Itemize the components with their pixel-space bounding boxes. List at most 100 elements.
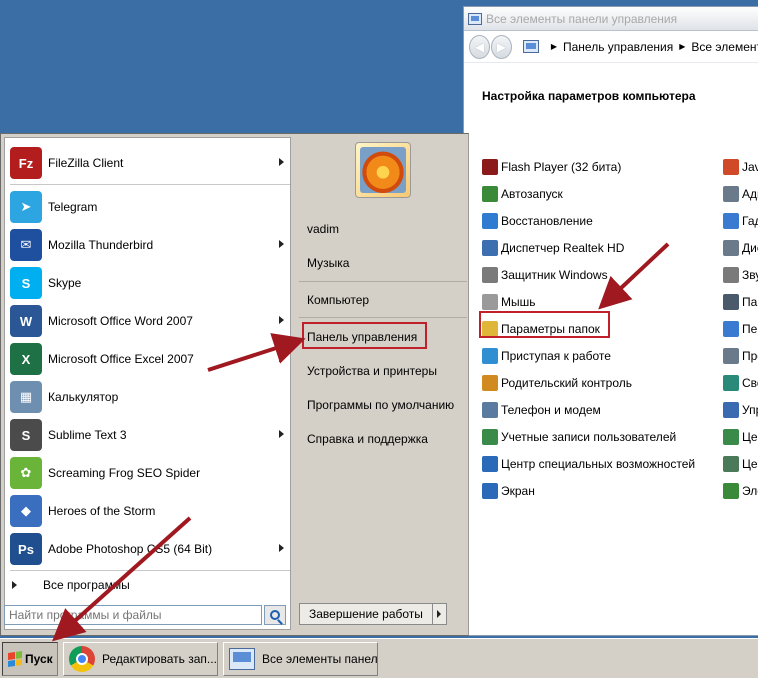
mouse-icon — [482, 293, 498, 310]
realtek-icon — [482, 239, 498, 256]
address-bar[interactable]: ▶ Панель управления ▶ Все элемент — [522, 40, 758, 54]
program-item[interactable]: W Microsoft Office Word 2007 — [10, 302, 290, 340]
program-item[interactable]: Fz FileZilla Client — [10, 144, 290, 182]
divider — [299, 317, 467, 318]
start-button[interactable]: Пуск — [2, 641, 58, 676]
search-row — [4, 603, 291, 627]
control-panel-titlebar[interactable]: Все элементы панели управления — [464, 7, 758, 31]
program-item[interactable]: ✉ Mozilla Thunderbird — [10, 226, 290, 264]
control-panel-item[interactable]: Гад — [723, 207, 758, 234]
program-item[interactable]: ◆ Heroes of the Storm — [10, 492, 290, 530]
taskbar-chrome-window[interactable]: Редактировать зап... — [63, 641, 218, 676]
control-panel-item[interactable]: Эле — [723, 477, 758, 504]
getting-started-icon — [482, 347, 498, 364]
control-panel-item[interactable]: Учетные записи пользователей — [482, 423, 695, 450]
chevron-right-icon[interactable] — [279, 316, 284, 324]
control-panel-item[interactable]: Про — [723, 342, 758, 369]
control-panel-item[interactable]: Экран — [482, 477, 695, 504]
program-label: Heroes of the Storm — [48, 504, 156, 518]
chevron-right-icon[interactable]: ▶ — [679, 42, 685, 51]
search-input[interactable] — [4, 605, 262, 625]
page-title: Настройка параметров компьютера — [482, 89, 696, 103]
control-panel-item[interactable]: Пер — [723, 315, 758, 342]
breadcrumb-control-panel[interactable]: Панель управления — [563, 40, 673, 54]
avatar[interactable] — [355, 142, 411, 198]
java-icon — [723, 158, 739, 175]
search-icon — [270, 610, 280, 620]
control-panel-item[interactable]: Защитник Windows — [482, 261, 695, 288]
divider — [10, 184, 290, 185]
chevron-right-icon[interactable]: ▶ — [551, 42, 557, 51]
program-item[interactable]: S Skype — [10, 264, 290, 302]
control-panel-item-label: Jav — [742, 159, 758, 174]
music-link[interactable]: Музыка — [307, 256, 349, 270]
control-panel-item-label: Дис — [742, 240, 758, 255]
search-button[interactable] — [264, 605, 286, 625]
taskbar-control-panel-window[interactable]: Все элементы панел... — [223, 641, 378, 676]
chevron-right-icon — [437, 610, 442, 618]
gadgets-icon — [723, 212, 739, 229]
back-button[interactable]: ◀ — [469, 34, 490, 59]
devices-printers-link[interactable]: Устройства и принтеры — [307, 364, 437, 378]
programs-icon — [723, 347, 739, 364]
programs-list: Все программы Fz FileZilla Client ➤ Telegra… — [4, 137, 291, 630]
control-panel-item-label: Эле — [742, 483, 758, 498]
thunderbird-icon: ✉ — [10, 229, 42, 261]
program-item[interactable]: ▦ Калькулятор — [10, 378, 290, 416]
program-item[interactable]: Ps Adobe Photoshop CS5 (64 Bit) — [10, 530, 290, 568]
default-programs-link[interactable]: Программы по умолчанию — [307, 398, 454, 412]
control-panel-item[interactable]: Центр специальных возможностей — [482, 450, 695, 477]
chevron-right-icon[interactable] — [279, 430, 284, 438]
chevron-right-icon[interactable] — [279, 240, 284, 248]
ease-of-access-icon — [482, 455, 498, 472]
program-item[interactable]: ✿ Screaming Frog SEO Spider — [10, 454, 290, 492]
task-label: Все элементы панел... — [262, 651, 378, 666]
control-panel-item[interactable]: Приступая к работе — [482, 342, 695, 369]
shutdown-options-button[interactable] — [432, 603, 447, 625]
chevron-right-icon[interactable] — [279, 158, 284, 166]
program-item[interactable]: ➤ Telegram — [10, 188, 290, 226]
control-panel-item[interactable]: Диспетчер Realtek HD — [482, 234, 695, 261]
display-icon — [482, 482, 498, 499]
control-panel-item[interactable]: Автозапуск — [482, 180, 695, 207]
control-panel-item-label: Зву — [742, 267, 758, 282]
windows-logo-icon — [8, 650, 22, 667]
sync-center-icon — [723, 455, 739, 472]
control-panel-item[interactable]: Пан — [723, 288, 758, 315]
taskbar: Пуск Редактировать зап... Все элементы п… — [0, 638, 758, 678]
computer-link[interactable]: Компьютер — [307, 293, 369, 307]
control-panel-item[interactable]: Flash Player (32 бита) — [482, 153, 695, 180]
program-label: Skype — [48, 276, 82, 290]
control-panel-item[interactable]: Восстановление — [482, 207, 695, 234]
control-panel-item[interactable]: Адм — [723, 180, 758, 207]
control-panel-item[interactable]: Зву — [723, 261, 758, 288]
user-folder-link[interactable]: vadim — [307, 222, 339, 236]
start-menu-right-column: vadim Музыка Компьютер Панель управления… — [295, 134, 469, 604]
start-menu: Все программы Fz FileZilla Client ➤ Telegra… — [0, 133, 469, 636]
program-label: Adobe Photoshop CS5 (64 Bit) — [48, 542, 213, 556]
control-panel-item-label: Про — [742, 348, 758, 363]
forward-button[interactable]: ▶ — [490, 34, 512, 59]
program-label: Screaming Frog SEO Spider — [48, 466, 201, 480]
control-panel-item[interactable]: Цен — [723, 423, 758, 450]
control-panel-item[interactable]: Дис — [723, 234, 758, 261]
all-programs-button[interactable]: Все программы — [12, 578, 130, 592]
control-panel-item[interactable]: Цен — [723, 450, 758, 477]
help-support-link[interactable]: Справка и поддержка — [307, 432, 428, 446]
shutdown-button[interactable]: Завершение работы — [299, 603, 433, 625]
program-item[interactable]: S Sublime Text 3 — [10, 416, 290, 454]
control-panel-item[interactable]: Сво — [723, 369, 758, 396]
device-manager-icon — [723, 239, 739, 256]
folder-options-highlight — [479, 311, 610, 338]
filezilla-icon: Fz — [10, 147, 42, 179]
chevron-right-icon[interactable] — [279, 544, 284, 552]
autoplay-icon — [482, 185, 498, 202]
chevron-right-icon[interactable] — [279, 354, 284, 362]
program-item[interactable]: X Microsoft Office Excel 2007 — [10, 340, 290, 378]
control-panel-item[interactable]: Телефон и модем — [482, 396, 695, 423]
control-panel-item[interactable]: Jav — [723, 153, 758, 180]
control-panel-item[interactable]: Упр — [723, 396, 758, 423]
breadcrumb-all-items[interactable]: Все элемент — [691, 40, 758, 54]
user-picture — [360, 147, 406, 193]
control-panel-item[interactable]: Родительский контроль — [482, 369, 695, 396]
